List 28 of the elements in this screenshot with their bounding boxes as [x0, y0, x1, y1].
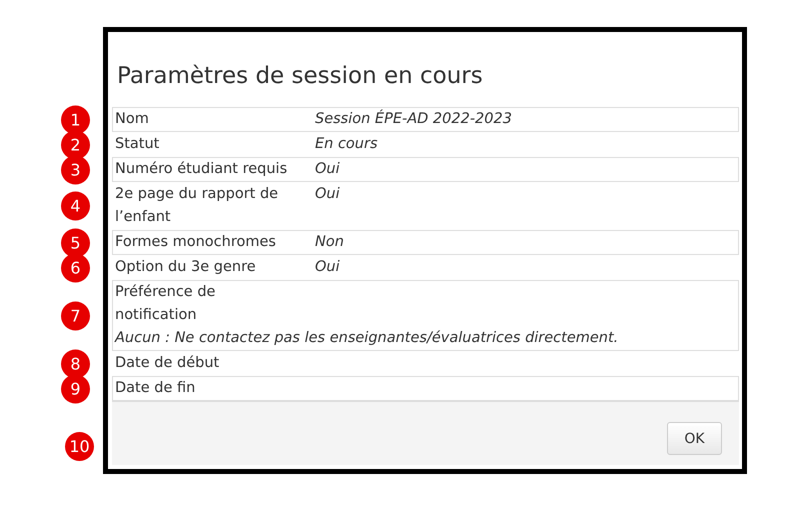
- callout-badge: 9: [61, 374, 90, 403]
- callout-badge: 2: [61, 130, 90, 159]
- field-label: Numéro étudiant requis: [115, 160, 288, 179]
- callout-badge: 6: [61, 253, 90, 282]
- field-label: Nom: [115, 110, 150, 129]
- field-label: Formes monochromes: [115, 233, 277, 252]
- field-value: En cours: [315, 135, 379, 154]
- callout-badge: 7: [61, 301, 90, 330]
- field-value: Oui: [315, 185, 341, 204]
- field-value: Non: [315, 233, 345, 252]
- field-label: Date de fin: [115, 379, 196, 398]
- field-label: Statut: [115, 135, 160, 154]
- callout-badge: 3: [61, 155, 90, 184]
- callout-badge: 4: [61, 192, 90, 220]
- field-value: Aucun : Ne contactez pas les enseignantes/évaluatrices directement.: [115, 329, 620, 348]
- field-value: Oui: [315, 160, 341, 179]
- callout-badge: 1: [61, 105, 90, 134]
- callout-badge: 5: [61, 228, 90, 257]
- field-value: Session ÉPE-AD 2022-2023: [315, 108, 513, 129]
- dialog-title: Paramètres de session en cours: [117, 62, 484, 91]
- field-label: Préférence de notification: [115, 283, 216, 325]
- callout-badge: 8: [61, 349, 90, 378]
- callout-badge: 10: [65, 432, 94, 461]
- field-label: Date de début: [115, 354, 220, 373]
- ok-button[interactable]: OK: [667, 422, 722, 455]
- field-label: Option du 3e genre: [115, 258, 257, 277]
- field-label: 2e page du rapport de l’enfant: [115, 185, 280, 227]
- field-value: Oui: [315, 258, 341, 277]
